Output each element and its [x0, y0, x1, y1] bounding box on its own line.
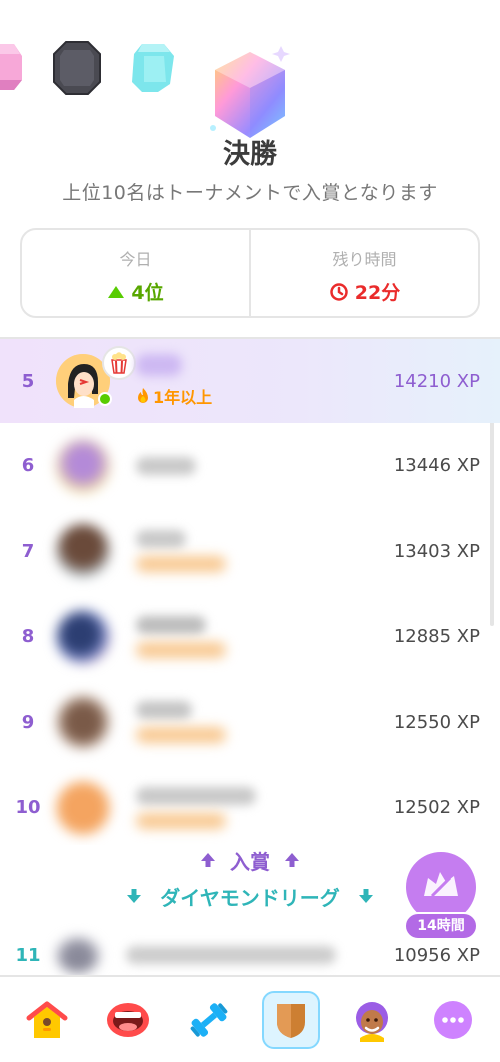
user-name-blurred — [136, 615, 206, 634]
leaderboard-row[interactable]: 7 13403 XP — [0, 509, 500, 595]
nav-leaderboards[interactable] — [261, 990, 320, 1049]
avatar[interactable] — [56, 524, 110, 579]
rank-number: 11 — [15, 944, 41, 966]
home-icon — [26, 1001, 68, 1038]
page-subtitle: 上位10名はトーナメントで入賞となります — [62, 182, 438, 204]
more-icon — [434, 1000, 473, 1039]
obsidian-gem-icon — [53, 41, 101, 95]
rank-number: 7 — [21, 540, 35, 562]
online-status-dot — [98, 392, 112, 406]
user-name-blurred — [136, 530, 186, 549]
today-label: 今日 — [119, 250, 152, 269]
time-remaining-value: 22分 — [354, 282, 401, 304]
streak-blurred — [136, 641, 226, 658]
league-gems — [0, 22, 500, 138]
arrow-down-icon — [127, 889, 142, 903]
leaderboard-row[interactable]: 9 12550 XP — [0, 680, 500, 766]
today-rank-value-wrap: 4位 — [22, 278, 249, 305]
user-name-blurred — [136, 354, 182, 376]
leaderboard-row[interactable]: 8 12885 XP — [0, 594, 500, 680]
xp-value: 13446 XP — [393, 455, 480, 477]
user-name-blurred — [136, 456, 196, 475]
avatar[interactable] — [56, 780, 110, 835]
chest-timer-badge[interactable]: 14時間 — [404, 852, 478, 942]
rank-number: 6 — [21, 455, 35, 477]
arrow-up-icon — [285, 853, 299, 867]
time-remaining-value-wrap: 22分 — [251, 278, 478, 305]
page-title: 決勝 — [223, 139, 277, 170]
rank-number: 9 — [21, 711, 35, 733]
today-rank-value: 4位 — [131, 282, 164, 304]
dumbbell-icon — [190, 1002, 228, 1037]
arrow-down-icon — [358, 889, 373, 903]
leaderboard-row-me[interactable]: 5 1年以上 14210 XP — [0, 339, 500, 423]
xp-value: 12885 XP — [393, 626, 480, 648]
avatar[interactable] — [56, 609, 110, 664]
rank-number: 5 — [21, 370, 35, 392]
avatar[interactable] — [56, 346, 136, 408]
up-triangle-icon — [108, 285, 125, 298]
time-remaining-label: 残り時間 — [332, 250, 397, 269]
leaderboard-row[interactable]: 10 12502 XP — [0, 765, 500, 851]
timer-text: 14時間 — [404, 912, 478, 940]
nav-home[interactable] — [18, 991, 76, 1049]
pink-gem-icon — [0, 44, 22, 90]
leaderboard-row[interactable]: 6 13446 XP — [0, 423, 500, 509]
cyan-gem-icon — [132, 44, 174, 92]
today-rank-stat: 今日 4位 — [22, 230, 249, 316]
rank-number: 8 — [21, 626, 35, 648]
xp-value: 12550 XP — [393, 711, 480, 733]
streak-blurred — [136, 812, 226, 829]
xp-value: 12502 XP — [393, 797, 480, 819]
nav-more[interactable] — [424, 991, 482, 1049]
nav-speaking[interactable] — [99, 991, 157, 1049]
streak-blurred — [136, 556, 226, 573]
time-remaining-stat: 残り時間 22分 — [249, 230, 478, 316]
nav-profile[interactable] — [343, 991, 401, 1049]
rank-number: 10 — [15, 797, 41, 819]
xp-value: 14210 XP — [393, 370, 480, 392]
leaderboard-list: 5 1年以上 14210 XP 6 13446 XP 7 13403 XP 8 … — [0, 339, 500, 851]
popcorn-icon — [102, 346, 136, 380]
user-name-blurred — [136, 701, 192, 720]
profile-icon — [355, 1001, 388, 1042]
streak-blurred — [136, 727, 226, 744]
league-shield-icon — [276, 1003, 305, 1038]
streak-text: 1年以上 — [153, 388, 213, 407]
bottom-nav — [0, 975, 500, 1062]
nav-practice[interactable] — [180, 991, 238, 1049]
promotion-text: 入賞 — [230, 849, 270, 874]
speaking-mouth-icon — [106, 1002, 149, 1037]
xp-value: 10956 XP — [393, 944, 480, 966]
xp-value: 13403 XP — [393, 540, 480, 562]
avatar[interactable] — [56, 695, 110, 750]
diamond-league-gem-icon — [210, 46, 290, 138]
stats-card: 今日 4位 残り時間 22分 — [20, 228, 480, 318]
arrow-up-icon — [201, 853, 215, 867]
avatar[interactable] — [56, 937, 100, 973]
clock-icon — [330, 282, 348, 301]
avatar[interactable] — [56, 438, 110, 493]
flame-icon — [138, 388, 148, 403]
user-name-blurred — [126, 946, 336, 964]
user-name-blurred — [136, 786, 256, 805]
league-text: ダイヤモンドリーグ — [160, 885, 340, 910]
